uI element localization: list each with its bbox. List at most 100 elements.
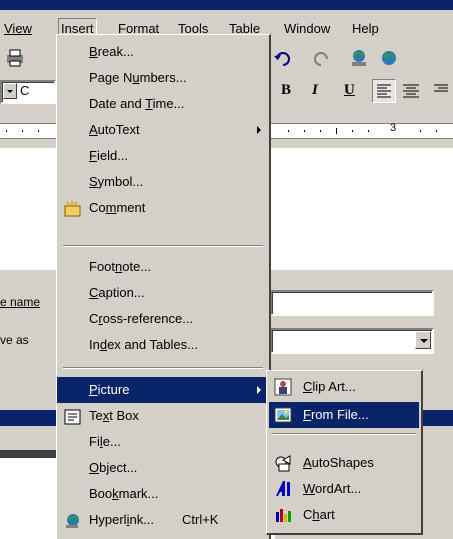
menu-item-label: Text Box [89,408,139,423]
submenu-arrow-icon [257,386,261,394]
submenu-item-from-file[interactable]: From File... [269,402,419,428]
mnemonic-letter: i [126,512,130,527]
mnemonic-letter: u [132,70,140,85]
align-right-glyph [434,84,448,92]
text-box-icon [64,408,81,425]
file-name-field[interactable] [270,290,434,316]
menu-item-label: Cross-reference... [89,311,194,326]
mnemonic-letter: l [99,434,103,449]
menu-separator [63,367,263,369]
submenu-item-chart[interactable]: Chart [269,502,419,528]
save-as-dropdown-button[interactable] [415,331,431,349]
comment-icon [64,200,81,217]
print-icon-glyph [7,49,23,67]
chevron-down-icon [7,90,13,93]
menu-item-picture[interactable]: Picture [57,377,269,403]
bold-button[interactable]: B [281,82,291,99]
undo-icon[interactable] [272,47,294,69]
menu-item-symbol[interactable]: Symbol... [57,169,269,195]
mnemonic-letter: A [89,122,98,137]
menu-item-break[interactable]: Break... [57,39,269,65]
menu-help[interactable]: Help [350,19,381,39]
mnemonic-letter: F [303,407,311,422]
picture-submenu: Clip Art... From File... AutoShapes Word… [266,370,423,535]
menu-item-hyperlink[interactable]: Hyperlink... Ctrl+K [57,507,269,533]
menu-item-label: Field... [89,148,129,163]
align-right-icon[interactable] [430,80,452,102]
web-toolbar-icon[interactable] [378,47,400,69]
align-left-icon[interactable] [372,79,396,103]
menu-item-field[interactable]: Field... [57,143,269,169]
mnemonic-letter: B [89,44,98,59]
submenu-item-wordart[interactable]: WordArt... [269,476,419,502]
menu-item-footnote[interactable]: Footnote... [57,254,269,280]
menu-view[interactable]: View [2,19,34,39]
mnemonic-letter: A [303,455,312,470]
menu-item-label: Date and Time... [89,96,185,111]
menu-item-label: File... [89,434,121,449]
submenu-item-autoshapes[interactable]: AutoShapes [269,450,419,476]
menu-item-cross-reference[interactable]: Cross-reference... [57,306,269,332]
menu-item-date-and-time[interactable]: Date and Time... [57,91,269,117]
menu-separator [63,245,263,247]
menu-item-file[interactable]: File... [57,429,269,455]
mnemonic-letter: k [112,486,119,501]
wordart-icon [274,480,292,498]
menu-item-bookmark[interactable]: Bookmark... [57,481,269,507]
submenu-item-label: Chart [303,507,335,522]
menu-view-mnemonic: View [4,21,32,36]
hyperlink-toolbar-icon[interactable] [348,47,370,69]
mnemonic-letter: C [303,379,313,394]
submenu-item-clip-art[interactable]: Clip Art... [269,374,419,400]
submenu-arrow-icon [257,126,261,134]
mnemonic-letter: C [89,285,99,300]
menu-item-object[interactable]: Object... [57,455,269,481]
menu-item-label: Comment [89,200,146,215]
menu-item-comment[interactable]: Comment [57,195,269,221]
undo-icon-glyph [274,52,290,66]
globe-arrow-icon [382,51,396,65]
menu-item-label: AutoText [89,122,140,137]
mnemonic-letter: O [89,460,100,475]
menu-item-label: Picture [89,382,130,397]
style-dropdown-button[interactable] [3,83,17,99]
mnemonic-letter: W [303,481,316,496]
italic-button[interactable]: I [312,82,318,99]
submenu-item-label: Clip Art... [303,379,356,394]
align-center-glyph [403,84,419,98]
redo-icon[interactable] [310,47,332,69]
mnemonic-letter: d [99,337,108,352]
mnemonic-letter: P [89,382,98,397]
style-combo[interactable]: C [0,80,56,104]
menu-item-text-box[interactable]: Text Box [57,403,269,429]
save-as-label: ve as [0,333,29,347]
submenu-separator [271,433,416,435]
name-label: e name [0,295,41,309]
mnemonic-letter: r [98,311,103,326]
underline-button[interactable]: U [344,82,355,99]
mnemonic-letter: h [312,507,320,522]
align-center-icon[interactable] [400,80,422,102]
menu-item-label: Break... [89,44,134,59]
mnemonic-letter: T [145,96,153,111]
chevron-down-icon [420,339,428,343]
chart-icon [274,506,292,524]
menu-item-label: Hyperlink... [89,512,155,527]
menu-window[interactable]: Window [282,19,332,39]
save-as-type-select[interactable] [270,328,434,354]
submenu-item-label: WordArt... [303,481,362,496]
hyperlink-icon [64,512,81,528]
menu-item-page-numbers[interactable]: Page Numbers... [57,65,269,91]
from-file-icon [274,406,292,424]
menu-item-index-and-tables[interactable]: Index and Tables... [57,332,269,358]
menu-item-label: Object... [89,460,138,475]
ruler-mark: 3 [390,122,397,134]
redo-icon-glyph [314,52,328,66]
menu-item-label: Index and Tables... [89,337,198,352]
menu-item-label: Symbol... [89,174,144,189]
menu-item-caption[interactable]: Caption... [57,280,269,306]
clip-art-icon [274,378,292,396]
print-icon[interactable] [4,47,26,69]
menu-item-autotext[interactable]: AutoText [57,117,269,143]
title-bar [0,0,453,10]
